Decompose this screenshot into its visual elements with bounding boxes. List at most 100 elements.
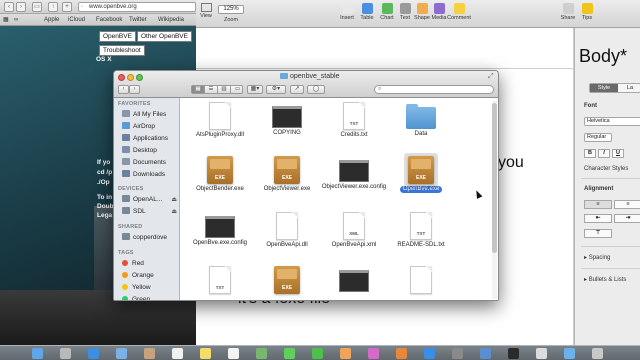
file-item[interactable]: COPYING [254,102,320,137]
sidebar-item-downloads[interactable]: Downloads [122,170,179,180]
slide-text-you[interactable]: you [498,154,524,172]
share-icon[interactable]: ↑ [48,2,58,12]
sidebar-item-green[interactable]: Green [122,295,179,300]
align-left-button[interactable]: ≡ [584,200,612,209]
reminders-icon[interactable] [228,348,239,359]
calendar-icon[interactable] [172,348,183,359]
fullscreen-icon[interactable]: ⤢ [488,73,494,81]
file-item[interactable] [388,266,454,294]
preview-icon[interactable] [564,348,575,359]
file-item[interactable]: TXT Credits.txt [321,102,387,139]
sidebar-item-airdrop[interactable]: AirDrop [122,122,179,132]
file-item[interactable]: OpenBve.exe.config [187,212,253,247]
sidebar-item-copperdove[interactable]: copperdove [122,233,179,243]
appstore-icon[interactable] [424,348,435,359]
bookmark-item[interactable]: Facebook [96,16,122,24]
back-button[interactable]: ‹ [118,85,129,94]
minimize-icon[interactable] [127,74,134,81]
maps-icon[interactable] [256,348,267,359]
finder-icon[interactable] [32,348,43,359]
valign-top-button[interactable]: ⊤ [584,229,612,238]
facetime-icon[interactable] [312,348,323,359]
tab-style[interactable]: Style [590,84,618,92]
reading-list-icon[interactable]: ∞ [14,16,18,24]
textedit-icon[interactable] [536,348,547,359]
arrange-button[interactable]: ▦▾ [247,85,263,94]
sidebar-item-red[interactable]: Red [122,259,179,269]
file-item[interactable]: EXE OpenBve.exe [388,153,454,193]
file-item[interactable]: OpenBveApi.dll [254,212,320,249]
comment-tool-button[interactable]: Comment [446,3,472,21]
sidebar-item-documents[interactable]: Documents [122,158,179,168]
file-item[interactable]: AtsPluginProxy.dll [187,102,253,139]
italic-button[interactable]: I [598,149,610,158]
ibooks-icon[interactable] [396,348,407,359]
eject-icon[interactable]: ⏏ [171,195,177,205]
address-bar[interactable]: ◦ www.openbve.org [78,2,196,12]
share-button[interactable]: ↗ [290,85,304,94]
finder-window[interactable]: openbve_stable ⤢ ‹ › ▦ ☰ ▥ ▭ ▦▾ ⚙▾ ↗ ◯ ⌕… [113,70,499,301]
file-item[interactable]: Data [388,102,454,138]
bullets-expander[interactable]: ▸ Bullets & Lists [584,276,626,283]
coverflow-view-button[interactable]: ▭ [231,86,244,93]
underline-button[interactable]: U [612,149,624,158]
spacing-expander[interactable]: ▸ Spacing [584,254,610,261]
action-gear-button[interactable]: ⚙▾ [266,85,286,94]
other-openbve-nav-button[interactable]: Other OpenBVE [137,31,192,42]
file-item[interactable]: EXE [254,266,320,294]
tabs-button[interactable]: + [62,2,72,12]
bookmark-item[interactable]: iCloud [68,16,85,24]
forward-button[interactable]: › [16,2,26,12]
messages-icon[interactable] [284,348,295,359]
list-view-button[interactable]: ☰ [205,86,218,93]
forward-button[interactable]: › [129,85,140,94]
zoom-window-icon[interactable] [136,74,143,81]
sidebar-item-sdl[interactable]: SDL ⏏ [122,207,179,217]
notes-icon[interactable] [200,348,211,359]
eject-icon[interactable]: ⏏ [171,207,177,217]
contacts-icon[interactable] [144,348,155,359]
decrease-indent-button[interactable]: ⇤ [584,214,612,223]
increase-indent-button[interactable]: ⇥ [614,214,640,223]
sidebar-item-all-my-files[interactable]: All My Files [122,110,179,120]
tips-tool-button[interactable]: Tips [574,3,600,21]
file-item[interactable]: XML OpenBveApi.xml [321,212,387,249]
bookmark-item[interactable]: Apple [44,16,59,24]
file-item[interactable] [321,266,387,292]
file-item[interactable]: EXE ObjectViewer.exe [254,156,320,193]
file-item[interactable]: ObjectViewer.exe.config [321,156,387,191]
openbve-nav-button[interactable]: OpenBVE [99,31,136,42]
finder-titlebar[interactable]: openbve_stable ⤢ ‹ › ▦ ☰ ▥ ▭ ▦▾ ⚙▾ ↗ ◯ ⌕ [114,71,498,98]
bookmarks-grid-icon[interactable]: ▦ [3,16,9,24]
itunes-icon[interactable] [368,348,379,359]
search-input[interactable]: ⌕ [374,85,494,94]
zoom-select[interactable]: 125% [218,5,244,14]
file-item[interactable]: TXT README-SDL.txt [388,212,454,249]
font-family-select[interactable]: Helvetica [584,117,640,126]
file-item[interactable]: EXE ObjectBender.exe [187,156,253,193]
preferences-icon[interactable] [452,348,463,359]
vertical-scrollbar[interactable] [492,101,497,299]
tab-layout[interactable]: La [620,84,640,92]
column-view-button[interactable]: ▥ [218,86,231,93]
keynote-icon[interactable] [480,348,491,359]
scrollbar-thumb[interactable] [492,103,497,253]
sidebar-toggle-button[interactable]: ▭ [32,2,42,12]
bold-button[interactable]: B [584,149,596,158]
sidebar-item-desktop[interactable]: Desktop [122,146,179,156]
align-center-button[interactable]: ≡ [614,200,640,209]
sidebar-item-openal[interactable]: OpenAL... ⏏ [122,195,179,205]
sidebar-item-applications[interactable]: Applications [122,134,179,144]
terminal-icon[interactable] [508,348,519,359]
launchpad-icon[interactable] [60,348,71,359]
trash-icon[interactable] [592,348,603,359]
font-style-select[interactable]: Regular [584,133,612,142]
close-icon[interactable] [118,74,125,81]
sidebar-item-yellow[interactable]: Yellow [122,283,179,293]
bookmark-item[interactable]: Wikipedia [158,16,184,24]
paragraph-style-preview[interactable]: Body* [579,46,640,67]
sidebar-item-orange[interactable]: Orange [122,271,179,281]
safari-icon[interactable] [88,348,99,359]
file-item[interactable]: TXT [187,266,253,294]
photos-icon[interactable] [340,348,351,359]
